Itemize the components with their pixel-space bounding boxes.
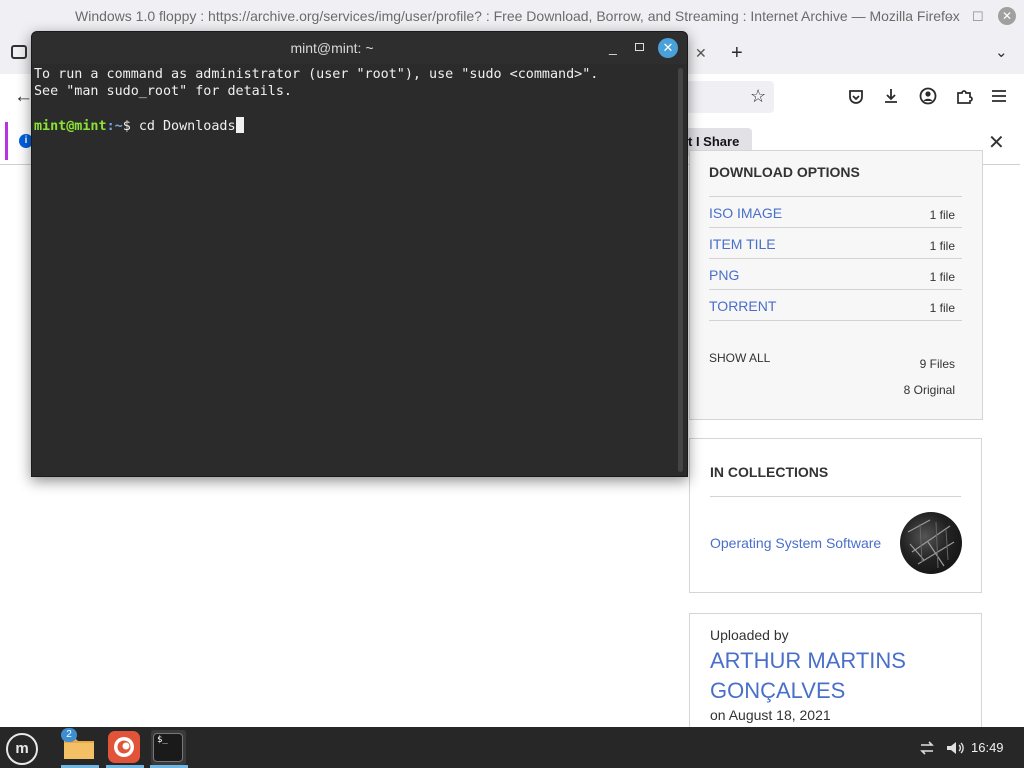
tab-close-icon[interactable]: ✕ xyxy=(695,45,707,62)
download-option-torrent[interactable]: TORRENT xyxy=(709,298,776,314)
terminal-maximize-button[interactable] xyxy=(635,43,644,51)
browser-maximize-button[interactable]: ☐ xyxy=(972,9,984,25)
network-icon[interactable] xyxy=(918,739,936,757)
terminal-minimize-button[interactable]: _ xyxy=(609,39,617,55)
collection-link[interactable]: Operating System Software xyxy=(710,535,881,551)
volume-icon[interactable] xyxy=(945,739,965,757)
terminal-output[interactable]: To run a command as administrator (user … xyxy=(34,66,674,471)
files-badge: 2 xyxy=(61,728,77,742)
divider xyxy=(709,227,962,228)
download-options-title: DOWNLOAD OPTIONS xyxy=(709,164,860,180)
files-total: 9 Files xyxy=(919,357,955,371)
terminal-line: To run a command as administrator (user … xyxy=(34,67,599,82)
notification-close-icon[interactable]: ✕ xyxy=(988,130,1005,155)
firefox-app-icon[interactable] xyxy=(108,731,140,763)
download-option-png[interactable]: PNG xyxy=(709,267,739,283)
download-option-iso-image[interactable]: ISO IMAGE xyxy=(709,205,782,221)
divider xyxy=(710,496,961,497)
account-icon[interactable] xyxy=(919,87,937,105)
list-all-tabs-icon[interactable]: ⌄ xyxy=(995,43,1008,61)
download-option-count: 1 file xyxy=(929,301,955,315)
download-option-count: 1 file xyxy=(929,208,955,222)
downloads-icon[interactable] xyxy=(882,87,900,105)
new-tab-icon[interactable]: + xyxy=(731,42,743,65)
hamburger-menu-icon[interactable] xyxy=(991,88,1007,104)
terminal-window[interactable]: mint@mint: ~ _ ✕ To run a command as adm… xyxy=(31,31,688,477)
mint-menu-icon[interactable]: m xyxy=(6,733,38,765)
terminal-scrollbar[interactable] xyxy=(678,68,683,472)
collection-thumbnail[interactable] xyxy=(900,512,962,574)
divider xyxy=(709,258,962,259)
clock[interactable]: 16:49 xyxy=(971,740,1004,755)
prompt-user: mint@mint xyxy=(34,119,107,134)
uploader-name-line1[interactable]: ARTHUR MARTINS xyxy=(710,648,906,674)
download-option-item-tile[interactable]: ITEM TILE xyxy=(709,236,776,252)
divider xyxy=(709,320,962,321)
uploader-name-line2[interactable]: GONÇALVES xyxy=(710,678,845,704)
pocket-icon[interactable] xyxy=(847,88,865,106)
divider xyxy=(709,196,962,197)
terminal-cursor xyxy=(235,117,244,133)
original-total: 8 Original xyxy=(903,383,955,397)
prompt-path: :~ xyxy=(106,119,123,134)
terminal-app-icon[interactable]: $_ xyxy=(153,733,183,762)
browser-window-title: Windows 1.0 floppy : https://archive.org… xyxy=(75,8,960,24)
browser-minimize-button[interactable]: – xyxy=(946,9,953,24)
terminal-close-button[interactable]: ✕ xyxy=(658,38,678,58)
download-option-count: 1 file xyxy=(929,270,955,284)
download-options-panel xyxy=(689,150,983,420)
terminal-command[interactable]: cd Downloads xyxy=(139,119,236,134)
uploaded-by-label: Uploaded by xyxy=(710,627,789,643)
prompt-symbol: $ xyxy=(122,119,139,134)
notification-accent xyxy=(5,122,8,160)
collections-title: IN COLLECTIONS xyxy=(710,464,829,480)
download-option-count: 1 file xyxy=(929,239,955,253)
bookmark-star-icon[interactable]: ☆ xyxy=(750,86,766,107)
extensions-icon[interactable] xyxy=(955,87,973,105)
terminal-title: mint@mint: ~ xyxy=(290,40,374,56)
browser-close-button[interactable]: ✕ xyxy=(998,7,1016,25)
show-all-link[interactable]: SHOW ALL xyxy=(709,351,770,365)
upload-date: on August 18, 2021 xyxy=(710,707,831,723)
firefox-view-icon[interactable] xyxy=(11,45,27,59)
divider xyxy=(709,289,962,290)
terminal-line: See "man sudo_root" for details. xyxy=(34,84,292,99)
